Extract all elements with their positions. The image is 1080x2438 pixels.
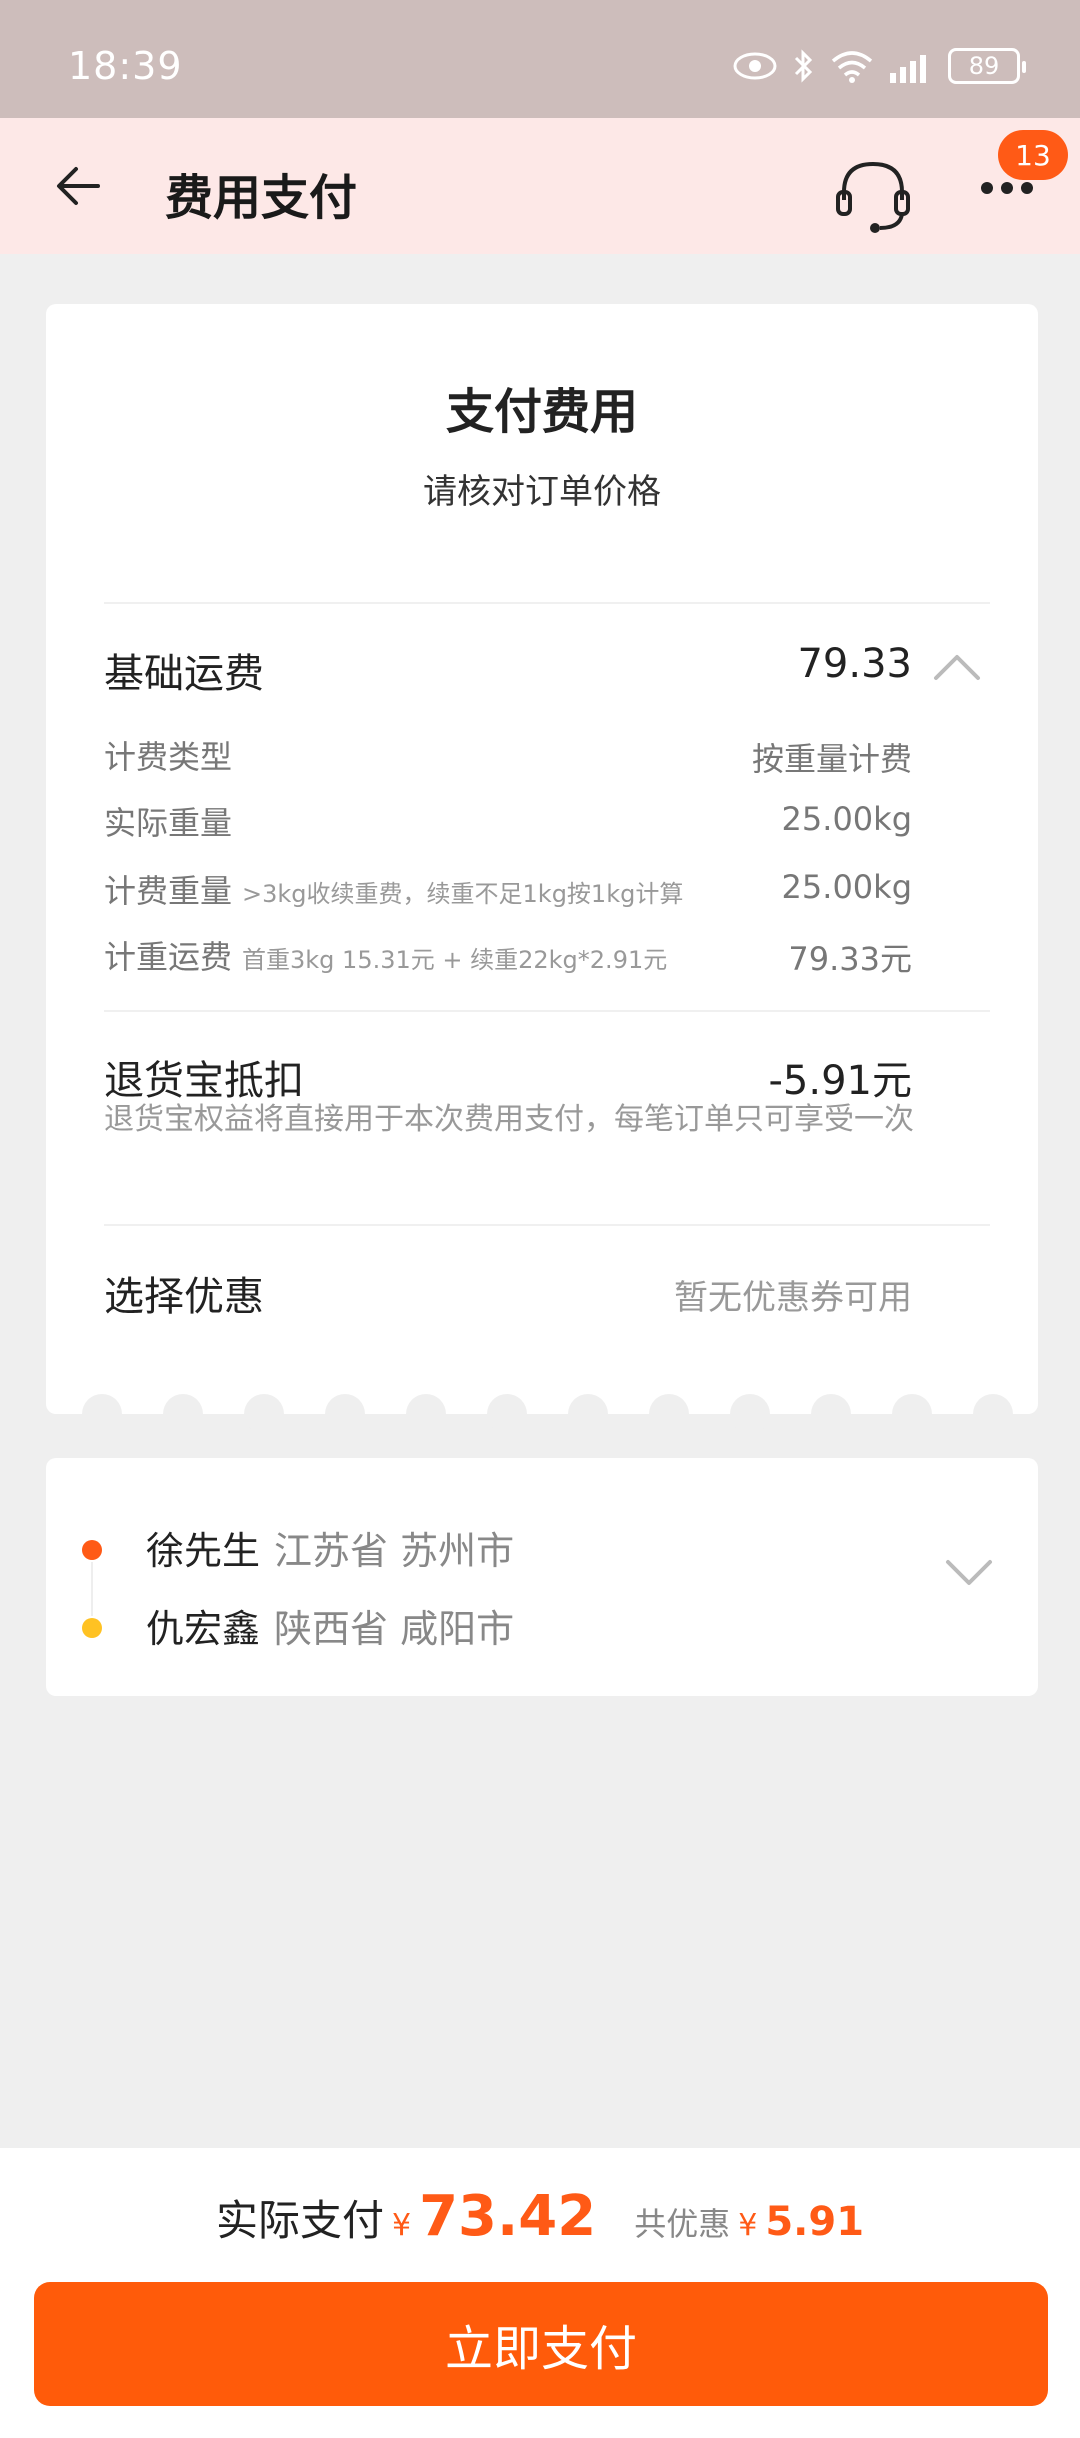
detail-label: 计费类型 bbox=[104, 738, 233, 776]
currency-symbol: ¥ bbox=[738, 2208, 758, 2243]
receiver-name: 仇宏鑫 bbox=[146, 1607, 261, 1651]
bluetooth-icon bbox=[794, 49, 813, 83]
signal-icon bbox=[890, 55, 926, 83]
receiver-location: 陕西省 咸阳市 bbox=[274, 1607, 515, 1651]
return-insurance-label: 退货宝抵扣 bbox=[104, 1058, 304, 1104]
receiver-dot-icon bbox=[82, 1618, 102, 1638]
weight-freight-label: 计重运费 首重3kg 15.31元 + 续重22kg*2.91元 bbox=[104, 932, 667, 978]
actual-weight-label: 实际重量 bbox=[104, 798, 232, 844]
billing-weight-label: 计费重量 >3kg收续重费，续重不足1kg按1kg计算 bbox=[104, 866, 683, 912]
detail-label: 计重运费 bbox=[104, 938, 233, 976]
fee-card-title: 支付费用 bbox=[445, 384, 638, 440]
pay-now-button[interactable]: 立即支付 bbox=[34, 2282, 1048, 2406]
weight-freight-value: 79.33元 bbox=[788, 940, 912, 978]
customer-service-icon[interactable] bbox=[828, 148, 918, 238]
actual-pay-amount: 73.42 bbox=[419, 2184, 597, 2249]
divider bbox=[104, 1010, 990, 1012]
sender-location: 江苏省 苏州市 bbox=[274, 1529, 515, 1573]
currency-symbol: ¥ bbox=[391, 2208, 412, 2243]
billing-type-value: 按重量计费 bbox=[751, 740, 912, 778]
status-time: 18:39 bbox=[68, 44, 183, 88]
coupon-label[interactable]: 选择优惠 bbox=[104, 1264, 264, 1322]
back-arrow-icon[interactable] bbox=[50, 156, 110, 216]
receiver-address: 仇宏鑫 陕西省 咸阳市 bbox=[146, 1598, 514, 1653]
status-bar: 18:39 89 bbox=[0, 0, 1080, 118]
route-card[interactable]: 徐先生 江苏省 苏州市 仇宏鑫 陕西省 咸阳市 bbox=[46, 1458, 1038, 1696]
payment-summary: 实际支付 ¥ 73.42 共优惠 ¥ 5.91 bbox=[0, 2184, 1080, 2249]
divider bbox=[104, 602, 990, 604]
sender-address: 徐先生 江苏省 苏州市 bbox=[146, 1520, 514, 1575]
status-icons: 89 bbox=[732, 44, 1026, 88]
detail-label: 计费重量 bbox=[104, 872, 233, 910]
battery-icon: 89 bbox=[948, 48, 1026, 84]
actual-pay-label: 实际支付 bbox=[215, 2196, 384, 2245]
discount-amount: 5.91 bbox=[765, 2199, 865, 2245]
payment-footer: 实际支付 ¥ 73.42 共优惠 ¥ 5.91 立即支付 bbox=[0, 2148, 1080, 2438]
battery-level: 89 bbox=[968, 52, 1000, 80]
return-insurance-value: -5.91元 bbox=[768, 1058, 913, 1104]
coupon-value[interactable]: 暂无优惠券可用 bbox=[674, 1270, 912, 1319]
more-dot bbox=[1021, 182, 1033, 194]
discount-label: 共优惠 bbox=[634, 2205, 731, 2243]
divider bbox=[104, 1224, 990, 1226]
more-dot bbox=[981, 182, 993, 194]
eye-icon bbox=[733, 52, 777, 80]
fee-card-subtitle: 请核对订单价格 bbox=[423, 472, 661, 512]
detail-label: 实际重量 bbox=[104, 804, 233, 842]
base-fee-label: 基础运费 bbox=[104, 651, 264, 697]
chevron-up-icon[interactable] bbox=[932, 650, 982, 684]
sender-dot-icon bbox=[82, 1540, 102, 1560]
weight-freight-hint: 首重3kg 15.31元 + 续重22kg*2.91元 bbox=[242, 946, 668, 974]
wifi-icon bbox=[831, 51, 873, 83]
actual-weight-value: 25.00kg bbox=[781, 800, 912, 838]
billing-weight-value: 25.00kg bbox=[781, 868, 912, 906]
fee-card: 支付费用 请核对订单价格 基础运费 79.33 计费类型 按重量计费 实际重量 … bbox=[46, 304, 1038, 1434]
more-dot bbox=[1001, 182, 1013, 194]
page-title: 费用支付 bbox=[165, 170, 358, 226]
top-nav-bar: 费用支付 bbox=[0, 118, 1080, 254]
billing-weight-hint: >3kg收续重费，续重不足1kg按1kg计算 bbox=[242, 880, 684, 908]
notification-badge: 13 bbox=[998, 130, 1068, 180]
ticket-scallop-edge bbox=[82, 1394, 1013, 1434]
chevron-down-icon[interactable] bbox=[944, 1556, 994, 1590]
sender-name: 徐先生 bbox=[146, 1529, 261, 1573]
return-insurance-desc: 退货宝权益将直接用于本次费用支付，每笔订单只可享受一次 bbox=[104, 1102, 914, 1137]
route-line bbox=[91, 1562, 93, 1616]
base-fee-value: 79.33 bbox=[797, 641, 912, 687]
billing-type-label: 计费类型 bbox=[104, 732, 232, 778]
